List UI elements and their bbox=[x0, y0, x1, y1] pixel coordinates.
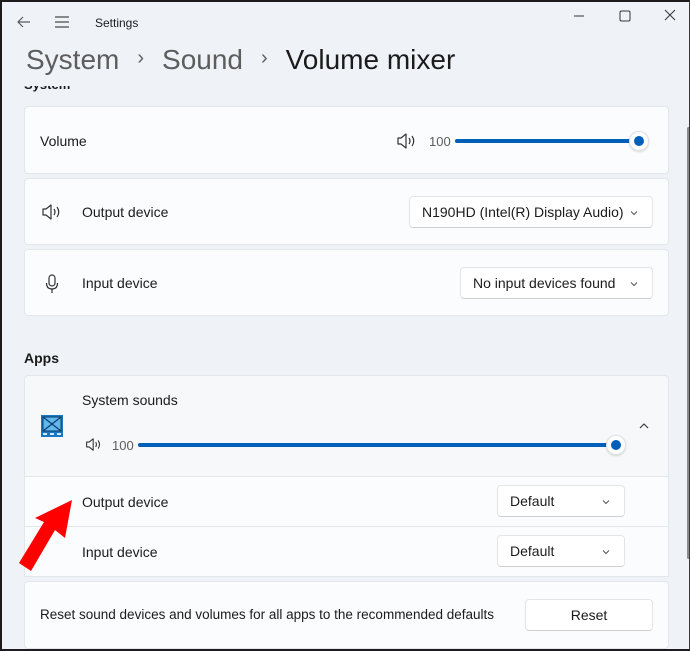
system-output-device-card: Output device N190HD (Intel(R) Display A… bbox=[24, 178, 669, 245]
output-device-dropdown[interactable]: N190HD (Intel(R) Display Audio) bbox=[409, 196, 653, 228]
reset-card: Reset sound devices and volumes for all … bbox=[24, 581, 669, 649]
breadcrumb-separator: › bbox=[137, 46, 145, 69]
breadcrumb: System › Sound › Volume mixer bbox=[26, 44, 455, 76]
breadcrumb-system[interactable]: System bbox=[26, 44, 119, 76]
app-input-device-selected: Default bbox=[510, 543, 555, 559]
output-device-label: Output device bbox=[82, 204, 169, 220]
slider-thumb[interactable] bbox=[629, 131, 649, 151]
speaker-icon bbox=[42, 204, 60, 220]
system-input-device-card: Input device No input devices found bbox=[24, 249, 669, 316]
system-sounds-app-icon bbox=[41, 415, 63, 437]
back-arrow-icon[interactable] bbox=[14, 12, 34, 32]
apps-section-heading: Apps bbox=[24, 350, 59, 366]
close-icon[interactable] bbox=[655, 6, 685, 26]
volume-label: Volume bbox=[40, 133, 87, 149]
speaker-icon[interactable] bbox=[85, 437, 103, 452]
app-output-device-selected: Default bbox=[510, 493, 555, 509]
chevron-down-icon bbox=[630, 211, 638, 216]
hamburger-menu-icon[interactable] bbox=[52, 12, 72, 32]
slider-fill bbox=[138, 443, 616, 447]
app-input-device-label: Input device bbox=[82, 544, 158, 560]
reset-button[interactable]: Reset bbox=[525, 599, 653, 631]
system-volume-card: Volume 100 bbox=[24, 106, 669, 174]
breadcrumb-separator: › bbox=[261, 46, 268, 69]
settings-window: Settings System › Sound › Volume mixer S… bbox=[0, 0, 690, 651]
minimize-icon[interactable] bbox=[564, 6, 594, 26]
page-title: Volume mixer bbox=[285, 44, 456, 75]
app-volume-slider[interactable] bbox=[138, 435, 626, 455]
chevron-up-icon[interactable] bbox=[637, 419, 651, 433]
app-input-device-dropdown[interactable]: Default bbox=[497, 535, 625, 567]
title-bar: Settings bbox=[2, 2, 689, 42]
output-device-selected: N190HD (Intel(R) Display Audio) bbox=[422, 204, 624, 220]
slider-thumb[interactable] bbox=[606, 435, 626, 455]
chevron-down-icon bbox=[602, 550, 610, 555]
app-title: Settings bbox=[95, 16, 139, 30]
input-device-dropdown[interactable]: No input devices found bbox=[460, 267, 653, 299]
system-section-heading: System bbox=[24, 86, 70, 94]
app-output-device-label: Output device bbox=[82, 494, 169, 510]
volume-value: 100 bbox=[429, 134, 451, 149]
slider-fill bbox=[455, 139, 639, 143]
breadcrumb-sound[interactable]: Sound bbox=[162, 44, 243, 76]
system-volume-slider[interactable] bbox=[455, 131, 649, 151]
app-name: System sounds bbox=[82, 392, 178, 408]
input-device-selected: No input devices found bbox=[473, 275, 616, 291]
app-expander-system-sounds[interactable]: System sounds 100 bbox=[24, 375, 669, 477]
reset-description: Reset sound devices and volumes for all … bbox=[40, 607, 495, 622]
app-volume-value: 100 bbox=[112, 438, 134, 453]
app-input-device-row: Input device Default bbox=[24, 527, 669, 577]
microphone-icon bbox=[45, 274, 59, 293]
chevron-down-icon bbox=[630, 282, 638, 287]
maximize-icon[interactable] bbox=[610, 6, 640, 26]
chevron-down-icon bbox=[602, 500, 610, 505]
input-device-label: Input device bbox=[82, 275, 158, 291]
app-output-device-dropdown[interactable]: Default bbox=[497, 485, 625, 517]
speaker-icon[interactable] bbox=[396, 132, 418, 150]
app-output-device-row: Output device Default bbox=[24, 477, 669, 527]
